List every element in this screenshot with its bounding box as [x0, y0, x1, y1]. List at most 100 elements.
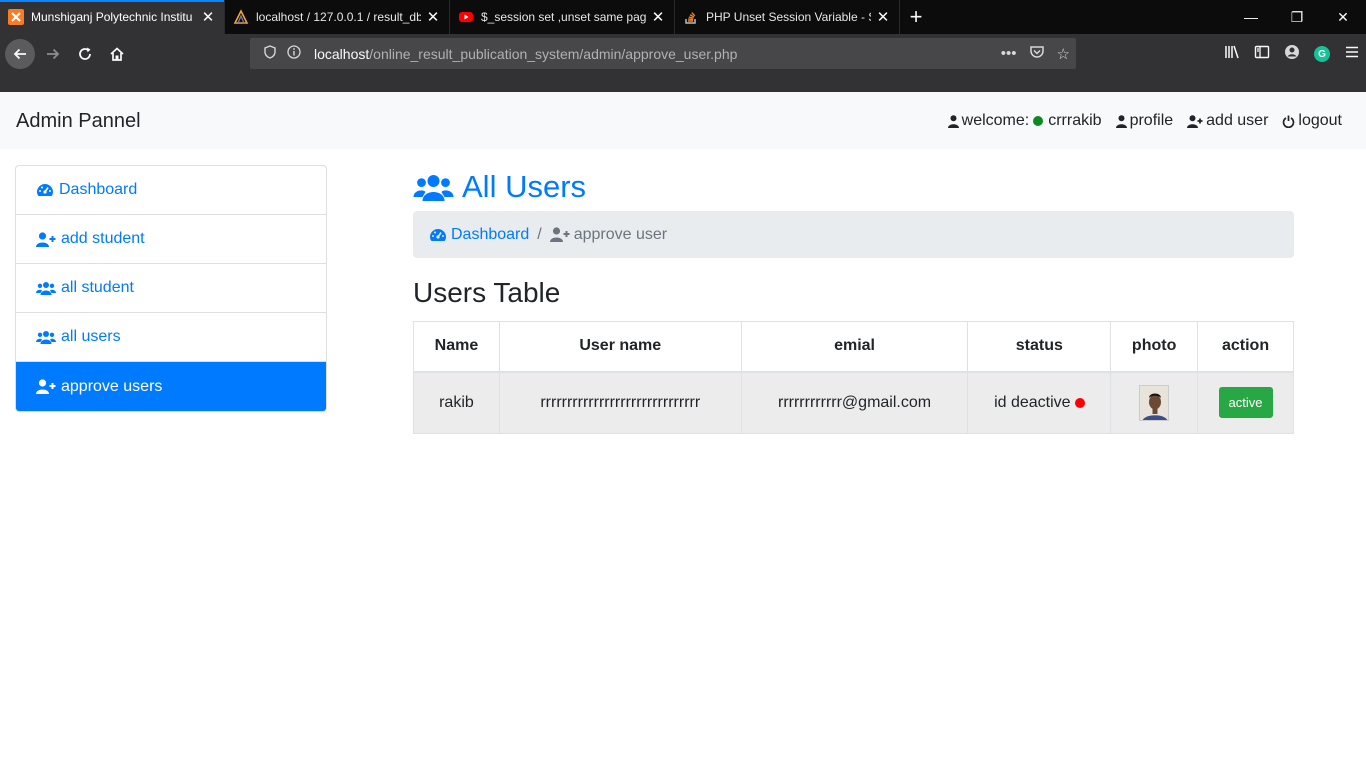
forward-arrow-icon[interactable] — [38, 39, 68, 69]
column-header-status: status — [967, 321, 1112, 373]
breadcrumb-dashboard-link[interactable]: Dashboard — [429, 226, 529, 244]
close-icon[interactable]: ✕ — [200, 8, 216, 26]
dashboard-icon — [37, 184, 53, 196]
breadcrumb-current: approve user — [549, 225, 668, 244]
app-header: Admin Pannel welcome: crrrakib profile a… — [0, 92, 1366, 149]
home-icon[interactable] — [102, 39, 132, 69]
star-icon[interactable]: ☆ — [1057, 45, 1070, 63]
status-text: id deactive — [994, 393, 1071, 411]
window-close-icon[interactable]: ✕ — [1320, 0, 1366, 34]
sidebar: Dashboard add student all student all us… — [15, 165, 327, 412]
browser-tab-bar: Munshiganj Polytechnic Institu ✕ localho… — [0, 0, 1366, 34]
add-user-link[interactable]: add user — [1187, 112, 1268, 130]
breadcrumb-current-label: approve user — [573, 225, 668, 243]
dashboard-icon — [430, 228, 446, 241]
table-row: rakib rrrrrrrrrrrrrrrrrrrrrrrrrrrrrr rrr… — [413, 371, 1294, 434]
browser-tools: G — [1224, 39, 1360, 69]
menu-icon[interactable] — [1344, 44, 1360, 64]
sidebar-item-all-users[interactable]: all users — [16, 313, 326, 362]
sidebar-item-label: all student — [61, 279, 134, 296]
tab-title: Munshiganj Polytechnic Institu — [31, 10, 193, 24]
url-text: localhost/online_result_publication_syst… — [314, 46, 737, 62]
column-header-email: emial — [740, 321, 969, 373]
user-plus-icon — [36, 231, 56, 247]
browser-tab-2[interactable]: localhost / 127.0.0.1 / result_db ✕ — [225, 0, 450, 34]
online-status-dot — [1033, 116, 1044, 126]
minimize-icon[interactable]: — — [1228, 0, 1274, 34]
sidebar-item-dashboard[interactable]: Dashboard — [16, 166, 326, 215]
table-header-row: Name User name emial status photo action — [413, 321, 1294, 373]
user-plus-icon — [36, 379, 56, 394]
phpmyadmin-icon — [233, 9, 249, 25]
tab-title: $_session set ,unset same page — [481, 10, 646, 24]
info-icon[interactable] — [282, 45, 306, 62]
account-icon[interactable] — [1284, 44, 1300, 64]
profile-link[interactable]: profile — [1115, 112, 1174, 130]
sidebar-item-all-student[interactable]: all student — [16, 264, 326, 313]
cell-username: rrrrrrrrrrrrrrrrrrrrrrrrrrrrrr — [498, 371, 742, 434]
table-title: Users Table — [413, 277, 561, 308]
back-arrow-icon[interactable] — [5, 39, 35, 69]
browser-toolbar: localhost/online_result_publication_syst… — [0, 34, 1366, 92]
logout-link[interactable]: logout — [1282, 112, 1342, 130]
tab-title: PHP Unset Session Variable - St — [706, 10, 871, 24]
sidebar-item-label: approve users — [61, 377, 163, 395]
breadcrumb-separator: / — [537, 225, 542, 243]
browser-tab-3[interactable]: $_session set ,unset same page ✕ — [450, 0, 675, 34]
activate-user-button[interactable]: active — [1218, 387, 1273, 419]
main-content: All Users Dashboard / approve user Users… — [413, 165, 1294, 434]
user-photo — [1139, 384, 1170, 421]
close-icon[interactable]: ✕ — [875, 8, 891, 26]
xampp-icon — [8, 9, 24, 25]
close-icon[interactable]: ✕ — [650, 8, 666, 26]
window-controls: — ❐ ✕ — [1228, 0, 1366, 34]
users-icon — [36, 282, 56, 295]
browser-tab-1[interactable]: Munshiganj Polytechnic Institu ✕ — [0, 0, 225, 34]
welcome-label: welcome: — [961, 112, 1030, 129]
browser-tab-4[interactable]: PHP Unset Session Variable - St ✕ — [675, 0, 900, 34]
library-icon[interactable] — [1224, 44, 1240, 64]
stackoverflow-icon — [683, 9, 699, 25]
user-icon — [1115, 114, 1127, 128]
cell-action: active — [1197, 371, 1294, 434]
url-bar[interactable]: localhost/online_result_publication_syst… — [250, 38, 1076, 69]
sidebar-item-approve-users[interactable]: approve users — [16, 362, 326, 411]
sidebar-item-label: Dashboard — [59, 181, 138, 198]
column-header-action: action — [1197, 321, 1294, 373]
user-plus-icon — [1187, 114, 1203, 128]
status-inactive-dot — [1074, 397, 1085, 408]
shield-icon[interactable] — [258, 45, 282, 62]
grammarly-icon[interactable]: G — [1314, 46, 1330, 62]
url-actions: ••• ☆ — [1001, 38, 1070, 69]
username: crrrakib — [1048, 112, 1102, 129]
brand-title[interactable]: Admin Pannel — [16, 110, 141, 133]
pocket-icon[interactable] — [1029, 44, 1045, 64]
power-icon — [1283, 115, 1295, 128]
cell-photo — [1110, 371, 1199, 434]
cell-name: rakib — [413, 371, 500, 434]
breadcrumb-link-label: Dashboard — [451, 225, 530, 243]
logout-label: logout — [1298, 112, 1342, 129]
close-icon[interactable]: ✕ — [425, 8, 441, 26]
page-title-text: All Users — [462, 169, 587, 204]
sidebar-item-label: add student — [61, 230, 145, 247]
sidebar-toggle-icon[interactable] — [1254, 44, 1270, 64]
sidebar-item-label: all users — [61, 328, 121, 345]
more-icon[interactable]: ••• — [1001, 45, 1017, 62]
user-icon — [947, 114, 959, 128]
sidebar-item-add-student[interactable]: add student — [16, 215, 326, 264]
web-page: Admin Pannel welcome: crrrakib profile a… — [0, 92, 1366, 768]
header-nav: welcome: crrrakib profile add user logou… — [947, 112, 1342, 130]
users-icon — [413, 175, 454, 201]
add-user-label: add user — [1206, 112, 1269, 129]
users-icon — [36, 331, 56, 344]
restore-icon[interactable]: ❐ — [1274, 0, 1320, 34]
reload-icon[interactable] — [70, 39, 100, 69]
new-tab-button[interactable]: + — [900, 0, 932, 34]
users-table: Name User name emial status photo action… — [413, 321, 1294, 434]
profile-label: profile — [1129, 112, 1174, 129]
column-header-username: User name — [498, 321, 742, 373]
welcome-item: welcome: crrrakib — [947, 112, 1102, 130]
tab-title: localhost / 127.0.0.1 / result_db — [256, 10, 421, 24]
cell-email: rrrrrrrrrrrr@gmail.com — [740, 371, 969, 434]
